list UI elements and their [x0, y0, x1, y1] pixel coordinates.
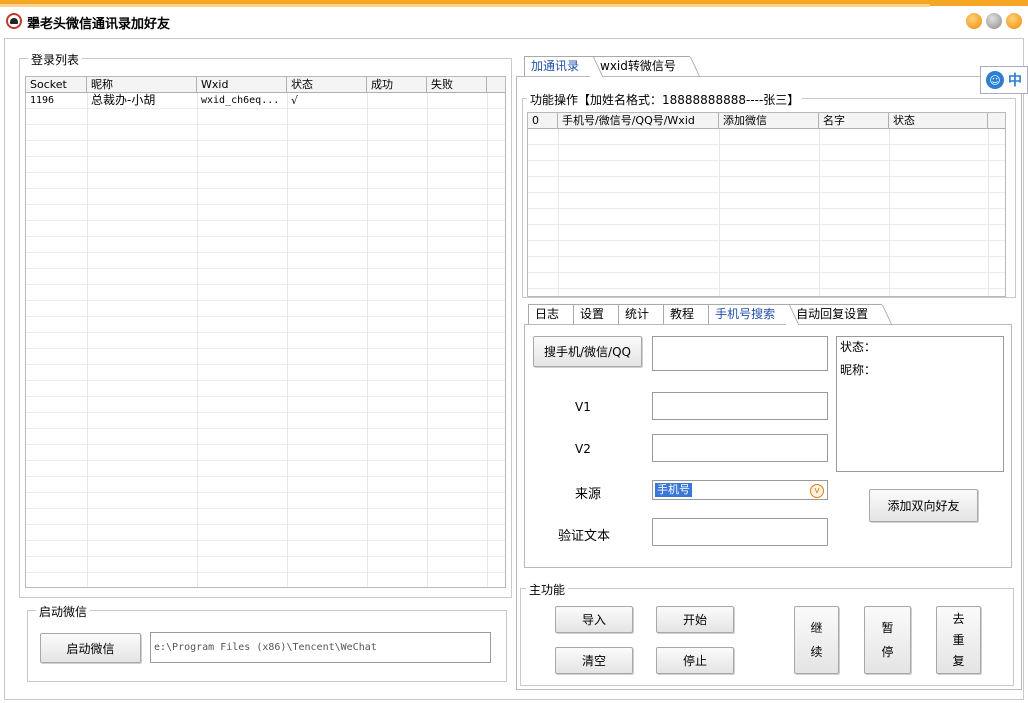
column-header-account[interactable]: 手机号/微信号/QQ号/Wxid — [558, 113, 719, 128]
v2-input[interactable] — [652, 434, 828, 462]
column-header-op-status[interactable]: 状态 — [889, 113, 988, 128]
ime-language-label: 中 — [1008, 73, 1022, 89]
column-header-add-wechat[interactable]: 添加微信 — [719, 113, 819, 128]
close-button[interactable] — [1006, 13, 1022, 29]
wechat-path-input[interactable]: e:\Program Files (x86)\Tencent\WeChat — [150, 632, 491, 663]
result-nickname-label: 昵称： — [840, 363, 877, 377]
resume-char-1: 继 — [810, 621, 823, 635]
bottom-tabstrip: 日志 设置 统计 教程 手机号搜索 自动回复设置 — [528, 304, 883, 324]
title-bar-stripe-inner — [0, 4, 930, 7]
app-logo-icon — [6, 13, 22, 29]
table-row[interactable]: 1196 总裁办-小胡 wxid_ch6eq... √ — [26, 93, 487, 109]
cell-nickname: 总裁办-小胡 — [91, 93, 156, 107]
verify-text-label: 验证文本 — [558, 529, 611, 544]
column-header-success[interactable]: 成功 — [367, 77, 427, 92]
tab-log[interactable]: 日志 — [528, 304, 574, 324]
cell-socket: 1196 — [30, 95, 55, 106]
tab-settings-label: 设置 — [580, 307, 605, 321]
tab-wxid-convert-label: wxid转微信号 — [600, 59, 676, 73]
pause-char-1: 暂 — [881, 621, 894, 635]
grid-column-line — [87, 93, 88, 587]
grid-column-line — [889, 129, 890, 296]
grid-column-line — [988, 129, 989, 296]
title-bar: 犟老头微信通讯录加好友 — [0, 0, 1028, 38]
tab-phone-search-label: 手机号搜索 — [715, 307, 776, 321]
verify-text-input[interactable] — [652, 518, 828, 546]
grid-column-line — [197, 93, 198, 587]
column-header-socket[interactable]: Socket — [26, 77, 87, 92]
stop-button[interactable]: 停止 — [656, 647, 734, 674]
grid-column-line — [287, 93, 288, 587]
main-functions-title: 主功能 — [526, 581, 569, 598]
tab-auto-reply[interactable]: 自动回复设置 — [789, 304, 883, 324]
login-list-body — [26, 93, 505, 587]
function-ops-body — [528, 129, 1005, 296]
maximize-button[interactable] — [986, 13, 1002, 29]
function-ops-header: 0 手机号/微信号/QQ号/Wxid 添加微信 名字 状态 — [528, 113, 1005, 129]
tab-tutorial-label: 教程 — [670, 307, 695, 321]
column-header-name[interactable]: 名字 — [819, 113, 889, 128]
tab-add-contacts-label: 加通讯录 — [531, 59, 580, 73]
column-header-index[interactable]: 0 — [528, 113, 558, 128]
chevron-down-icon[interactable]: v — [810, 484, 824, 498]
column-header-wxid[interactable]: Wxid — [197, 77, 287, 92]
search-input[interactable] — [652, 336, 828, 371]
login-list-header: Socket 昵称 Wxid 状态 成功 失败 — [26, 77, 505, 93]
function-ops-title: 功能操作【加姓名格式：18888888888----张三】 — [527, 91, 803, 108]
source-selected-value: 手机号 — [655, 483, 692, 497]
launch-wechat-button[interactable]: 启动微信 — [40, 633, 141, 663]
add-mutual-friend-button[interactable]: 添加双向好友 — [869, 489, 978, 522]
import-button[interactable]: 导入 — [555, 606, 633, 633]
source-select[interactable]: 手机号 v — [652, 480, 828, 500]
result-info-box: 状态： 昵称： — [836, 336, 1004, 472]
user-icon: ☺ — [986, 71, 1004, 89]
search-phone-button[interactable]: 搜手机/微信/QQ — [533, 336, 642, 367]
result-status-label: 状态： — [840, 340, 877, 354]
grid-column-line — [719, 129, 720, 296]
column-header-fail[interactable]: 失败 — [427, 77, 487, 92]
grid-column-line — [427, 93, 428, 587]
tab-auto-reply-label: 自动回复设置 — [796, 307, 869, 321]
column-header-nickname[interactable]: 昵称 — [87, 77, 197, 92]
grid-column-line — [558, 129, 559, 296]
ime-indicator[interactable]: ☺ 中 — [980, 66, 1028, 94]
top-tabstrip: 加通讯录 wxid转微信号 — [524, 56, 690, 76]
login-list-grid[interactable]: Socket 昵称 Wxid 状态 成功 失败 1196 总裁办-小胡 wxid… — [25, 76, 506, 588]
grid-column-line — [819, 129, 820, 296]
function-ops-grid[interactable]: 0 手机号/微信号/QQ号/Wxid 添加微信 名字 状态 — [527, 112, 1006, 297]
tab-stats[interactable]: 统计 — [618, 304, 664, 324]
login-list-title: 登录列表 — [28, 51, 83, 68]
v2-label: V2 — [575, 442, 591, 456]
dedupe-char-1: 去 — [952, 611, 965, 626]
column-header-status[interactable]: 状态 — [287, 77, 367, 92]
tab-stats-label: 统计 — [625, 307, 650, 321]
tab-log-label: 日志 — [535, 307, 560, 321]
minimize-button[interactable] — [966, 13, 982, 29]
tab-tutorial[interactable]: 教程 — [663, 304, 709, 324]
resume-char-2: 续 — [810, 645, 823, 659]
pause-button[interactable]: 暂 停 — [864, 606, 911, 674]
cell-fail — [427, 93, 487, 109]
launch-wechat-title: 启动微信 — [36, 603, 91, 620]
v1-input[interactable] — [652, 392, 828, 420]
dedupe-char-3: 复 — [952, 653, 965, 668]
dedupe-char-2: 重 — [952, 632, 965, 647]
window-title: 犟老头微信通讯录加好友 — [27, 17, 171, 32]
grid-column-line — [487, 93, 488, 587]
resume-button[interactable]: 继 续 — [794, 606, 839, 674]
cell-status: √ — [291, 94, 299, 107]
grid-column-line — [367, 93, 368, 587]
v1-label: V1 — [575, 400, 591, 414]
start-button[interactable]: 开始 — [656, 606, 734, 633]
tab-phone-search[interactable]: 手机号搜索 — [708, 304, 790, 324]
tab-add-contacts[interactable]: 加通讯录 — [524, 56, 594, 76]
tab-wxid-convert[interactable]: wxid转微信号 — [593, 56, 690, 76]
source-label: 来源 — [575, 487, 602, 502]
cell-wxid: wxid_ch6eq... — [201, 95, 280, 106]
dedupe-button[interactable]: 去 重 复 — [936, 606, 981, 674]
tab-settings[interactable]: 设置 — [573, 304, 619, 324]
pause-char-2: 停 — [881, 645, 894, 659]
clear-button[interactable]: 清空 — [555, 647, 633, 674]
cell-success — [367, 93, 427, 109]
